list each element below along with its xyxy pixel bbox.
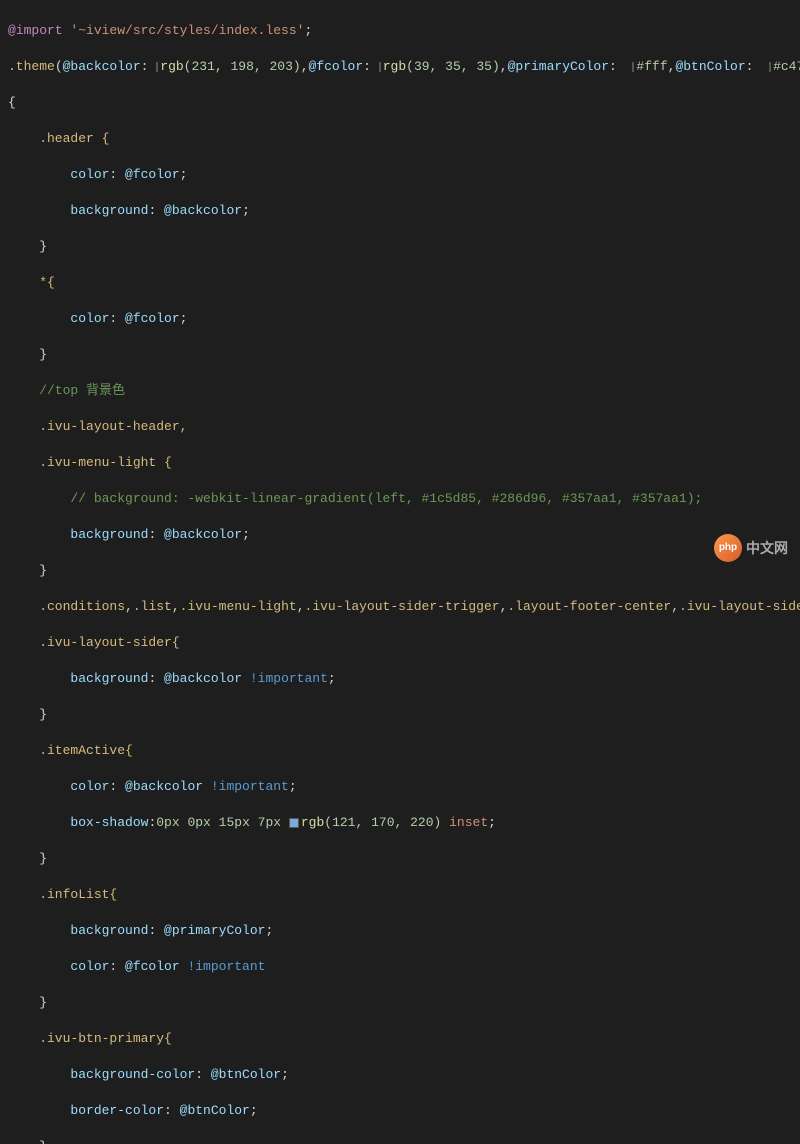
color-swatch-icon: [769, 62, 771, 72]
code-line: color: @fcolor;: [8, 166, 792, 184]
code-line: .ivu-layout-header,: [8, 418, 792, 436]
logo-text: 中文网: [746, 539, 788, 557]
code-line: //top 背景色: [8, 382, 792, 400]
code-line: .ivu-menu-light {: [8, 454, 792, 472]
code-line: }: [8, 850, 792, 868]
code-line: color: @backcolor !important;: [8, 778, 792, 796]
code-line: {: [8, 94, 792, 112]
color-swatch-icon: [632, 62, 634, 72]
code-line: color: @fcolor;: [8, 310, 792, 328]
php-logo-icon: php: [714, 534, 742, 562]
code-line: .infoList{: [8, 886, 792, 904]
code-line: .header {: [8, 130, 792, 148]
code-line: *{: [8, 274, 792, 292]
code-line: background: @backcolor !important;: [8, 670, 792, 688]
color-swatch-icon: [156, 62, 158, 72]
code-line: border-color: @btnColor;: [8, 1102, 792, 1120]
code-line: .ivu-layout-sider{: [8, 634, 792, 652]
watermark-logo: php 中文网: [714, 534, 788, 562]
code-line: }: [8, 706, 792, 724]
code-line: // background: -webkit-linear-gradient(l…: [8, 490, 792, 508]
code-line: .conditions,.list,.ivu-menu-light,.ivu-l…: [8, 598, 792, 616]
code-line: .itemActive{: [8, 742, 792, 760]
code-line: }: [8, 1138, 792, 1144]
color-swatch-icon: [289, 818, 299, 828]
code-line: }: [8, 346, 792, 364]
code-line: }: [8, 238, 792, 256]
code-line: .ivu-btn-primary{: [8, 1030, 792, 1048]
code-line: background-color: @btnColor;: [8, 1066, 792, 1084]
code-line: }: [8, 562, 792, 580]
code-line: color: @fcolor !important: [8, 958, 792, 976]
import-path: '~iview/src/styles/index.less': [70, 22, 304, 40]
color-swatch-icon: [379, 62, 381, 72]
code-editor: @import '~iview/src/styles/index.less'; …: [0, 0, 800, 1144]
code-line: box-shadow:0px 0px 15px 7px rgb(121, 170…: [8, 814, 792, 832]
code-line: background: @backcolor;: [8, 526, 792, 544]
code-line: background: @backcolor;: [8, 202, 792, 220]
code-line: background: @primaryColor;: [8, 922, 792, 940]
code-line: @import '~iview/src/styles/index.less';: [8, 22, 792, 40]
at-import: @import: [8, 22, 63, 40]
code-line: }: [8, 994, 792, 1012]
code-line: .theme(@backcolor: rgb(231, 198, 203),@f…: [8, 58, 792, 76]
